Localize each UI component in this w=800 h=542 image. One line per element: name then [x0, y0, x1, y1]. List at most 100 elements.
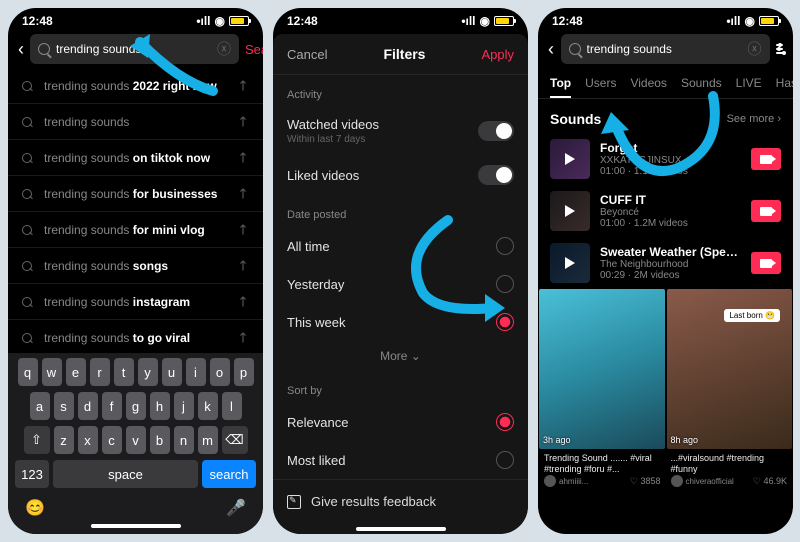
date-option[interactable]: All time	[273, 227, 528, 265]
search-box[interactable]: ⓧ	[561, 34, 770, 64]
key-q[interactable]: q	[18, 358, 38, 386]
mic-icon[interactable]: 🎤	[226, 498, 246, 518]
record-button[interactable]	[751, 252, 781, 274]
key-space[interactable]: space	[53, 460, 198, 488]
record-button[interactable]	[751, 148, 781, 170]
sort-option[interactable]: Relevance	[273, 403, 528, 441]
tab-sounds[interactable]: Sounds	[681, 76, 722, 98]
tab-hashtags[interactable]: Hashtags	[776, 76, 793, 98]
suggestion-item[interactable]: trending sounds to go viral↗	[8, 320, 263, 356]
key-z[interactable]: z	[54, 426, 74, 454]
filters-icon[interactable]	[776, 44, 783, 54]
fill-arrow-icon[interactable]: ↗	[233, 75, 253, 95]
video-card[interactable]: 3h ago	[539, 289, 665, 449]
fill-arrow-icon[interactable]: ↗	[233, 111, 253, 131]
clear-icon[interactable]: ⓧ	[748, 39, 762, 59]
key-j[interactable]: j	[174, 392, 194, 420]
toggle-watched[interactable]	[478, 121, 514, 141]
search-button[interactable]: Search	[245, 42, 263, 57]
apply-button[interactable]: Apply	[481, 47, 514, 62]
key-v[interactable]: v	[126, 426, 146, 454]
filter-watched-videos[interactable]: Watched videos Within last 7 days	[273, 107, 528, 155]
sound-item[interactable]: ForgetXXKATUSJINSUX01:00 · 1.1M videos	[538, 133, 793, 185]
tab-live[interactable]: LIVE	[736, 76, 762, 98]
key-shift[interactable]: ⇧	[24, 426, 50, 454]
toggle-liked[interactable]	[478, 165, 514, 185]
back-button[interactable]: ‹	[548, 39, 555, 60]
radio[interactable]	[496, 413, 514, 431]
see-more-link[interactable]: See more ›	[727, 113, 781, 125]
key-l[interactable]: l	[222, 392, 242, 420]
date-option[interactable]: This week	[273, 303, 528, 341]
fill-arrow-icon[interactable]: ↗	[233, 291, 253, 311]
sound-thumbnail[interactable]	[550, 243, 590, 283]
key-y[interactable]: y	[138, 358, 158, 386]
key-search[interactable]: search	[202, 460, 256, 488]
key-k[interactable]: k	[198, 392, 218, 420]
key-m[interactable]: m	[198, 426, 218, 454]
fill-arrow-icon[interactable]: ↗	[233, 255, 253, 275]
fill-arrow-icon[interactable]: ↗	[233, 183, 253, 203]
sound-thumbnail[interactable]	[550, 191, 590, 231]
suggestion-item[interactable]: trending sounds for mini vlog↗	[8, 212, 263, 248]
video-card[interactable]: 8h agoLast born 😬	[667, 289, 793, 449]
tab-top[interactable]: Top	[550, 76, 571, 98]
username[interactable]: chiveraofficial	[686, 477, 734, 486]
key-a[interactable]: a	[30, 392, 50, 420]
fill-arrow-icon[interactable]: ↗	[233, 147, 253, 167]
fill-arrow-icon[interactable]: ↗	[233, 327, 253, 347]
key-g[interactable]: g	[126, 392, 146, 420]
suggestion-item[interactable]: trending sounds instagram↗	[8, 284, 263, 320]
sound-item[interactable]: CUFF ITBeyoncé01:00 · 1.2M videos	[538, 185, 793, 237]
suggestion-item[interactable]: trending sounds 2022 right now↗	[8, 68, 263, 104]
fill-arrow-icon[interactable]: ↗	[233, 219, 253, 239]
search-box[interactable]: ⓧ	[30, 34, 239, 64]
search-input[interactable]	[587, 42, 742, 56]
avatar[interactable]	[544, 475, 556, 487]
key-backspace[interactable]: ⌫	[222, 426, 248, 454]
back-button[interactable]: ‹	[18, 39, 24, 60]
record-button[interactable]	[751, 200, 781, 222]
suggestion-item[interactable]: trending sounds for businesses↗	[8, 176, 263, 212]
key-f[interactable]: f	[102, 392, 122, 420]
home-indicator[interactable]	[356, 527, 446, 531]
key-i[interactable]: i	[186, 358, 206, 386]
home-indicator[interactable]	[91, 524, 181, 528]
more-button[interactable]: More	[273, 341, 528, 371]
key-n[interactable]: n	[174, 426, 194, 454]
key-c[interactable]: c	[102, 426, 122, 454]
cancel-button[interactable]: Cancel	[287, 47, 327, 62]
sort-option[interactable]: Most liked	[273, 441, 528, 479]
suggestion-item[interactable]: trending sounds songs↗	[8, 248, 263, 284]
key-w[interactable]: w	[42, 358, 62, 386]
key-x[interactable]: x	[78, 426, 98, 454]
key-123[interactable]: 123	[15, 460, 49, 488]
radio[interactable]	[496, 451, 514, 469]
radio[interactable]	[496, 237, 514, 255]
radio[interactable]	[496, 275, 514, 293]
username[interactable]: ahmiiii...	[559, 477, 588, 486]
sound-item[interactable]: Sweater Weather (Sped Up)The Neighbourho…	[538, 237, 793, 289]
search-input[interactable]	[56, 42, 211, 56]
key-t[interactable]: t	[114, 358, 134, 386]
tab-videos[interactable]: Videos	[630, 76, 666, 98]
clear-icon[interactable]: ⓧ	[217, 39, 231, 59]
key-r[interactable]: r	[90, 358, 110, 386]
emoji-icon[interactable]: 😊	[25, 498, 45, 518]
avatar[interactable]	[671, 475, 683, 487]
date-option[interactable]: Yesterday	[273, 265, 528, 303]
tab-users[interactable]: Users	[585, 76, 616, 98]
key-p[interactable]: p	[234, 358, 254, 386]
key-h[interactable]: h	[150, 392, 170, 420]
key-d[interactable]: d	[78, 392, 98, 420]
key-s[interactable]: s	[54, 392, 74, 420]
sound-thumbnail[interactable]	[550, 139, 590, 179]
suggestion-item[interactable]: trending sounds↗	[8, 104, 263, 140]
filter-liked-videos[interactable]: Liked videos	[273, 155, 528, 195]
radio[interactable]	[496, 313, 514, 331]
key-u[interactable]: u	[162, 358, 182, 386]
key-b[interactable]: b	[150, 426, 170, 454]
key-o[interactable]: o	[210, 358, 230, 386]
key-e[interactable]: e	[66, 358, 86, 386]
suggestion-item[interactable]: trending sounds on tiktok now↗	[8, 140, 263, 176]
